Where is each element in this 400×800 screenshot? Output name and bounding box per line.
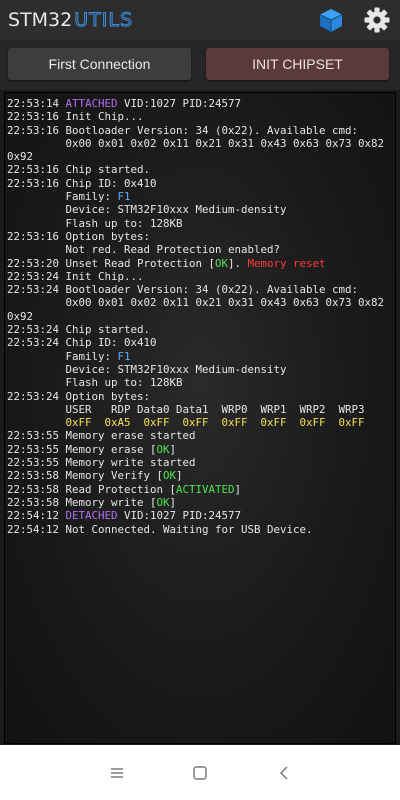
first-connection-button[interactable]: First Connection (8, 48, 191, 80)
log-segment: VID:1027 PID:24577 (117, 509, 242, 523)
log-segment: 22:53:16 Chip ID: 0x410 (7, 176, 157, 190)
log-segment: 0x92 (7, 309, 34, 323)
log-segment: Device: STM32F10xxx Medium-density (7, 203, 287, 217)
log-line: 22:53:58 Memory write [OK] (7, 495, 395, 509)
log-segment: 22:53:58 Memory write [ (7, 495, 157, 509)
log-segment: F1 (117, 190, 131, 204)
log-segment: Family: (7, 190, 118, 204)
log-line: 22:53:24 Chip ID: 0x410 (7, 336, 395, 350)
log-segment: 22:53:20 Unset Read Protection [ (7, 256, 216, 270)
log-segment: OK (163, 469, 177, 483)
log-segment: 22:53:16 Chip started. (7, 163, 151, 177)
log-line: 22:53:55 Memory erase [OK] (7, 442, 395, 456)
log-segment: 22:53:24 Bootloader Version: 34 (0x22). … (7, 283, 359, 297)
cube-icon[interactable] (317, 6, 345, 34)
log-segment: 22:53:24 Init Chip... (7, 269, 144, 283)
log-segment: 22:54:12 Not Connected. Waiting for USB … (7, 522, 313, 536)
log-segment: 22:53:55 Memory erase [ (7, 442, 157, 456)
log-segment: 22:53:16 Init Chip... (7, 110, 144, 124)
log-line: USER RDP Data0 Data1 WRP0 WRP1 WRP2 WRP3 (7, 402, 395, 416)
log-line: Family: F1 (7, 190, 395, 204)
log-line: 22:53:16 Option bytes: (7, 229, 395, 243)
app-title-stm: STM32 (8, 9, 73, 31)
log-line: 0x00 0x01 0x02 0x11 0x21 0x31 0x43 0x63 … (7, 136, 395, 150)
log-segment: Not red. Read Protection enabled? (7, 243, 281, 257)
log-line: 22:54:12 Not Connected. Waiting for USB … (7, 522, 395, 536)
log-line: Family: F1 (7, 349, 395, 363)
log-segment: Flash up to: 128KB (7, 216, 183, 230)
log-segment: ] (176, 469, 183, 483)
log-line: 22:53:24 Chip started. (7, 323, 395, 337)
gear-icon[interactable] (363, 6, 391, 34)
log-segment: 22:53:24 Option bytes: (7, 389, 151, 403)
log-line: 22:53:20 Unset Read Protection [OK]. Mem… (7, 256, 395, 270)
log-line: 22:53:58 Read Protection [ACTIVATED] (7, 482, 395, 496)
log-segment: USER RDP Data0 Data1 WRP0 WRP1 WRP2 WRP3 (7, 402, 365, 416)
app-bar: STM32 UTILS (0, 0, 400, 41)
log-segment: OK (156, 495, 170, 509)
action-bar: First Connection INIT CHIPSET (0, 40, 400, 90)
menu-icon[interactable] (107, 763, 127, 783)
app-title: STM32 UTILS (8, 8, 133, 32)
log-line: 22:54:12 DETACHED VID:1027 PID:24577 (7, 509, 395, 523)
log-segment: Flash up to: 128KB (7, 376, 183, 390)
log-line: Device: STM32F10xxx Medium-density (7, 362, 395, 376)
log-segment: 22:53:14 (7, 97, 66, 110)
log-line: Flash up to: 128KB (7, 216, 395, 230)
log-line: 22:53:55 Memory write started (7, 456, 395, 470)
log-segment: 22:53:58 Read Protection [ (7, 482, 177, 496)
log-line: Device: STM32F10xxx Medium-density (7, 203, 395, 217)
log-segment: Memory reset (247, 256, 326, 270)
log-text: 22:53:14 ATTACHED VID:1027 PID:24577 22:5… (7, 97, 395, 536)
log-segment: VID:1027 PID:24577 (117, 97, 242, 110)
log-segment: Family: (7, 349, 118, 363)
log-segment: 22:53:58 Memory Verify [ (7, 469, 164, 483)
log-segment: DETACHED (65, 509, 118, 523)
log-segment: 22:53:16 Option bytes: (7, 229, 151, 243)
log-segment: ] (169, 442, 177, 456)
log-line: 22:53:24 Option bytes: (7, 389, 395, 403)
log-segment: 22:53:55 Memory write started (7, 456, 196, 470)
log-segment: 0xFF 0xA5 0xFF 0xFF 0xFF 0xFF 0xFF 0xFF (7, 416, 365, 430)
system-nav-bar (0, 745, 400, 800)
log-line: 0x92 (7, 150, 395, 164)
app-title-utils: UTILS (74, 9, 134, 32)
log-line: 0x00 0x01 0x02 0x11 0x21 0x31 0x43 0x63 … (7, 296, 395, 310)
log-line: 0x92 (7, 309, 395, 323)
log-segment: ] (169, 495, 177, 509)
log-segment: ACTIVATED (176, 482, 235, 496)
log-line: 22:53:16 Chip ID: 0x410 (7, 176, 395, 190)
log-segment: Device: STM32F10xxx Medium-density (7, 362, 287, 376)
log-line: Not red. Read Protection enabled? (7, 243, 395, 257)
init-chipset-button[interactable]: INIT CHIPSET (206, 48, 389, 80)
log-console[interactable]: 22:53:14 ATTACHED VID:1027 PID:24577 22:5… (4, 92, 396, 744)
log-segment: OK (156, 442, 170, 456)
log-line: 22:53:24 Bootloader Version: 34 (0x22). … (7, 283, 395, 297)
log-line: Flash up to: 128KB (7, 376, 395, 390)
log-line: 22:53:16 Bootloader Version: 34 (0x22). … (7, 123, 395, 137)
log-segment: 0x00 0x01 0x02 0x11 0x21 0x31 0x43 0x63 … (7, 296, 385, 310)
log-segment: 22:53:16 Bootloader Version: 34 (0x22). … (7, 123, 359, 137)
log-segment: 22:54:12 (7, 509, 66, 523)
log-segment: 0x92 (7, 150, 34, 164)
home-icon[interactable] (190, 763, 210, 783)
log-segment: 22:53:24 Chip ID: 0x410 (7, 336, 157, 350)
log-line: 22:53:55 Memory erase started (7, 429, 395, 443)
log-line: 22:53:58 Memory Verify [OK] (7, 469, 395, 483)
log-segment: F1 (117, 349, 131, 363)
log-line: 22:53:24 Init Chip... (7, 269, 395, 283)
log-segment: ATTACHED (65, 97, 118, 110)
log-line: 0xFF 0xA5 0xFF 0xFF 0xFF 0xFF 0xFF 0xFF (7, 416, 395, 430)
log-line: 22:53:16 Init Chip... (7, 110, 395, 124)
log-line: 22:53:14 ATTACHED VID:1027 PID:24577 (7, 97, 395, 110)
log-segment: ]. (228, 256, 248, 270)
log-segment: 0x00 0x01 0x02 0x11 0x21 0x31 0x43 0x63 … (7, 136, 385, 150)
log-segment: 22:53:55 Memory erase started (7, 429, 196, 443)
log-segment: OK (215, 256, 229, 270)
log-segment: 22:53:24 Chip started. (7, 323, 151, 337)
log-line: 22:53:16 Chip started. (7, 163, 395, 177)
log-segment: ] (234, 482, 242, 496)
back-icon[interactable] (275, 763, 295, 783)
